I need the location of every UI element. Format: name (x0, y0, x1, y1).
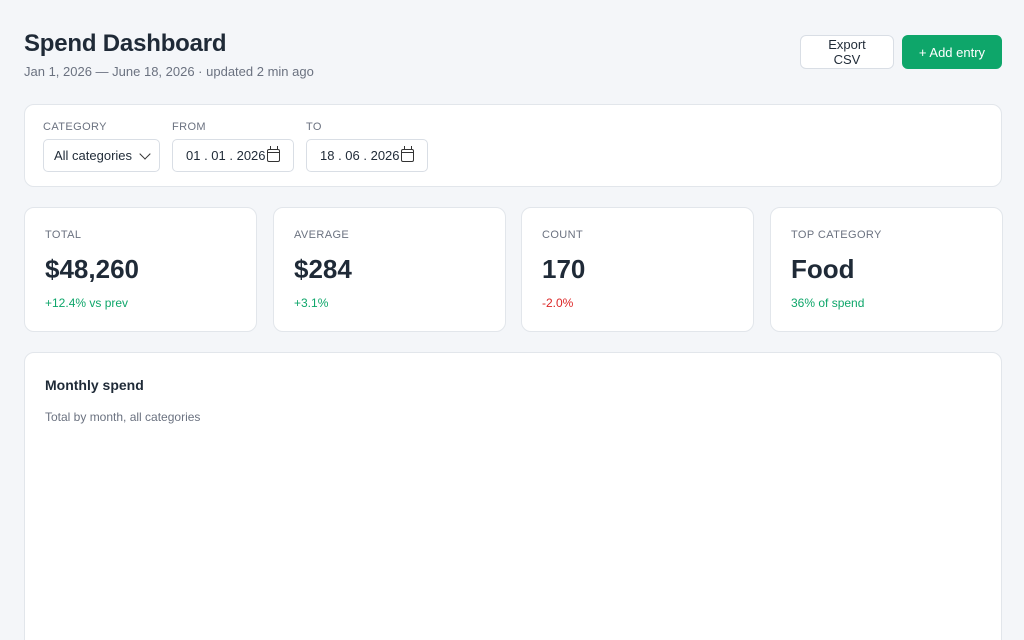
stat-card-top-category: TOP CATEGORY Food 36% of spend (770, 207, 1003, 332)
from-filter: FROM 01 . 01 . 2026 (172, 121, 294, 172)
monthly-spend-card: Monthly spend Total by month, all catego… (24, 352, 1002, 640)
stat-delta: 36% of spend (791, 296, 865, 310)
stat-value: Food (791, 254, 855, 284)
export-csv-button[interactable]: Export CSV (800, 35, 894, 69)
category-filter: CATEGORY All categories (43, 121, 160, 172)
stat-card-total: TOTAL $48,260 +12.4% vs prev (24, 207, 257, 332)
stat-label: COUNT (542, 229, 584, 241)
stat-value: $48,260 (45, 254, 139, 284)
header-actions: Export CSV + Add entry (800, 35, 1002, 69)
page-header: Spend Dashboard Jan 1, 2026 — June 18, 2… (24, 30, 1002, 82)
calendar-icon[interactable] (401, 146, 414, 162)
category-label: CATEGORY (43, 121, 107, 133)
stat-card-count: COUNT 170 -2.0% (521, 207, 754, 332)
from-label: FROM (172, 121, 206, 133)
stats-row: TOTAL $48,260 +12.4% vs prev AVERAGE $28… (24, 207, 1003, 332)
chevron-down-icon (139, 147, 151, 160)
stat-value: 170 (542, 254, 586, 284)
chart-title: Monthly spend (45, 377, 144, 393)
to-date-input[interactable]: 18 . 06 . 2026 (306, 139, 428, 172)
from-date-value: 01 . 01 . 2026 (186, 148, 266, 163)
from-date-input[interactable]: 01 . 01 . 2026 (172, 139, 294, 172)
stat-delta: +3.1% (294, 296, 329, 310)
category-select[interactable]: All categories (43, 139, 160, 172)
stat-label: AVERAGE (294, 229, 350, 241)
calendar-icon[interactable] (267, 146, 280, 162)
stat-label: TOP CATEGORY (791, 229, 882, 241)
to-filter: TO 18 . 06 . 2026 (306, 121, 428, 172)
stat-label: TOTAL (45, 229, 82, 241)
chart-subtitle: Total by month, all categories (45, 410, 201, 424)
stat-delta: +12.4% vs prev (45, 296, 129, 310)
stat-delta: -2.0% (542, 296, 574, 310)
stat-card-average: AVERAGE $284 +3.1% (273, 207, 506, 332)
to-date-value: 18 . 06 . 2026 (320, 148, 400, 163)
to-label: TO (306, 121, 322, 133)
filter-panel: CATEGORY All categories FROM 01 . 01 . 2… (24, 104, 1002, 187)
stat-value: $284 (294, 254, 352, 284)
add-entry-button[interactable]: + Add entry (902, 35, 1002, 69)
category-select-value: All categories (54, 148, 133, 163)
